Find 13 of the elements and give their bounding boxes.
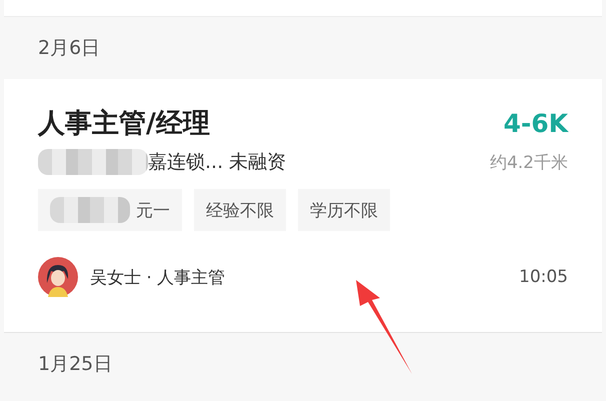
avatar-icon [38, 257, 78, 297]
salary: 4-6K [503, 108, 568, 138]
job-tag: 学历不限 [298, 189, 390, 231]
date-header: 2月6日 [38, 36, 100, 61]
date-header: 1月25日 [38, 352, 112, 377]
job-tag: 元一 [38, 189, 182, 231]
company-info: 嘉连锁... 未融资 [148, 150, 286, 175]
post-time: 10:05 [519, 267, 568, 287]
recruiter-name: 吴女士 · 人事主管 [90, 266, 226, 288]
distance: 约4.2千米 [490, 152, 568, 174]
job-title: 人事主管/经理 [38, 107, 210, 141]
job-card[interactable]: 人事主管/经理 4-6K 嘉连锁... 未融资 约4.2千米 元一 经验不限 学历不限 吴女士 · 人事主管 10:05 [4, 79, 602, 333]
job-tag: 经验不限 [194, 189, 286, 231]
